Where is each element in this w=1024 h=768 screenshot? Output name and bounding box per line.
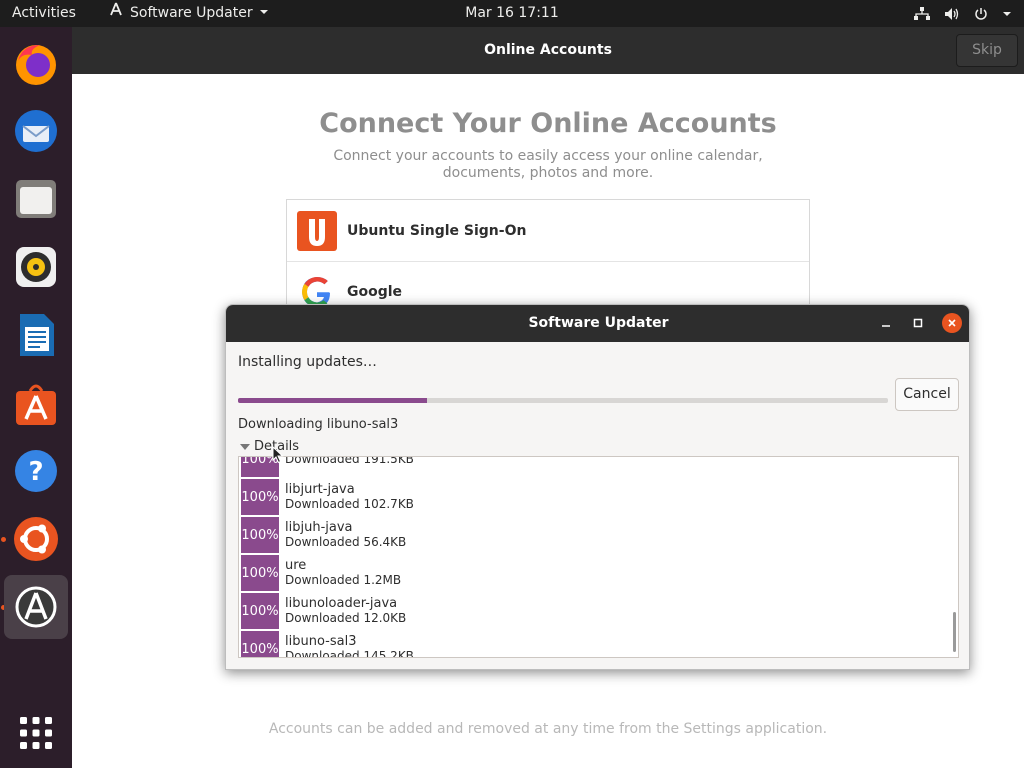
- progress-bar-fill: [238, 398, 427, 403]
- package-size: Downloaded 56.4KB: [285, 535, 407, 549]
- software-updater-small-icon: [108, 0, 124, 27]
- app-menu[interactable]: Software Updater: [108, 0, 269, 27]
- dock-rhythmbox[interactable]: [4, 235, 68, 299]
- list-item: 100% libjurt-java Downloaded 102.7KB: [239, 478, 958, 516]
- rhythmbox-icon: [16, 247, 56, 287]
- package-size: Downloaded 145.2KB: [285, 649, 414, 658]
- top-bar: Activities Software Updater Mar 16 17:11: [0, 0, 1024, 27]
- activities-button[interactable]: Activities: [12, 0, 76, 27]
- clock-label[interactable]: Mar 16 17:11: [465, 5, 558, 21]
- package-size: Downloaded 102.7KB: [285, 497, 414, 511]
- downloading-label: Downloading libuno-sal3: [238, 417, 399, 432]
- details-expander[interactable]: Details: [240, 439, 299, 454]
- dock-show-applications[interactable]: [4, 701, 68, 765]
- download-list[interactable]: 100% Downloaded 191.5KB 100% libjurt-jav…: [238, 456, 959, 658]
- progress-percent: 100%: [241, 555, 279, 591]
- page-subtitle: Connect your accounts to easily access y…: [333, 148, 763, 181]
- show-applications-icon: [20, 717, 52, 749]
- package-size: Downloaded 191.5KB: [285, 456, 414, 466]
- help-icon: ?: [15, 450, 57, 492]
- expander-arrow-icon: [240, 443, 250, 450]
- chevron-down-icon: [259, 0, 269, 27]
- progress-percent: 100%: [241, 517, 279, 553]
- dock-help[interactable]: ?: [4, 439, 68, 503]
- progress-bar: [238, 398, 888, 403]
- progress-percent: 100%: [241, 593, 279, 629]
- system-tray[interactable]: [914, 0, 1012, 27]
- provider-name: Google: [347, 284, 403, 300]
- minimize-icon: [882, 325, 890, 327]
- software-updater-window: Software Updater Installing updates… Can…: [225, 304, 970, 670]
- dock-files[interactable]: [4, 167, 68, 231]
- package-size: Downloaded 1.2MB: [285, 573, 402, 587]
- scrollbar[interactable]: [953, 612, 956, 652]
- skip-button[interactable]: Skip: [956, 34, 1018, 67]
- close-button[interactable]: [942, 313, 962, 333]
- list-item: 100% ure Downloaded 1.2MB: [239, 554, 958, 592]
- provider-name: Ubuntu Single Sign-On: [347, 222, 527, 239]
- chevron-down-icon: [1002, 9, 1012, 19]
- package-name: libuno-sal3: [285, 634, 357, 649]
- online-accounts-headerbar: Online Accounts Skip: [72, 27, 1024, 74]
- ubuntu-software-icon: [16, 384, 56, 425]
- dock-libreoffice-writer[interactable]: [4, 303, 68, 367]
- package-size: Downloaded 12.0KB: [285, 611, 407, 625]
- dock: ?: [0, 27, 72, 768]
- list-item: 100% libuno-sal3 Downloaded 145.2KB: [239, 630, 958, 658]
- window-title: Software Updater: [528, 315, 669, 331]
- close-icon: [948, 319, 956, 327]
- progress-percent: 100%: [241, 631, 279, 657]
- dock-firefox[interactable]: [4, 31, 68, 95]
- libreoffice-writer-icon: [20, 314, 54, 356]
- package-name: libjuh-java: [285, 520, 353, 535]
- package-name: libjurt-java: [285, 482, 355, 497]
- firefox-icon: [16, 45, 56, 85]
- progress-percent: 100%: [241, 479, 279, 515]
- page-heading: Connect Your Online Accounts: [319, 108, 777, 139]
- list-item: 100% libunoloader-java Downloaded 12.0KB: [239, 592, 958, 630]
- window-titlebar[interactable]: Software Updater: [226, 305, 969, 342]
- list-item: 100% Downloaded 191.5KB: [239, 456, 958, 478]
- dock-ubuntu-software[interactable]: [4, 371, 68, 435]
- network-icon: [914, 6, 930, 21]
- window-title: Online Accounts: [484, 42, 612, 58]
- page-footer-note: Accounts can be added and removed at any…: [268, 721, 828, 737]
- ubuntu-sso-icon: [297, 210, 337, 251]
- package-name: ure: [285, 558, 307, 573]
- thunderbird-icon: [15, 110, 57, 152]
- dock-software-updater[interactable]: [4, 575, 68, 639]
- dock-thunderbird[interactable]: [4, 99, 68, 163]
- cancel-button[interactable]: Cancel: [895, 378, 959, 411]
- software-updater-icon: [15, 586, 57, 628]
- mouse-cursor-icon: [272, 446, 284, 464]
- maximize-button[interactable]: [908, 313, 928, 333]
- svg-text:?: ?: [28, 457, 43, 487]
- ubuntu-icon: [14, 517, 58, 561]
- dock-ubuntu[interactable]: [4, 507, 68, 571]
- list-item: 100% libjuh-java Downloaded 56.4KB: [239, 516, 958, 554]
- power-icon: [974, 7, 988, 21]
- volume-icon: [944, 7, 960, 21]
- files-icon: [16, 180, 56, 218]
- status-label: Installing updates…: [238, 354, 377, 370]
- package-name: libunoloader-java: [285, 596, 398, 611]
- app-menu-label: Software Updater: [130, 5, 253, 21]
- provider-ubuntu-sso[interactable]: Ubuntu Single Sign-On: [287, 200, 809, 261]
- minimize-button[interactable]: [876, 313, 896, 333]
- maximize-icon: [913, 318, 923, 328]
